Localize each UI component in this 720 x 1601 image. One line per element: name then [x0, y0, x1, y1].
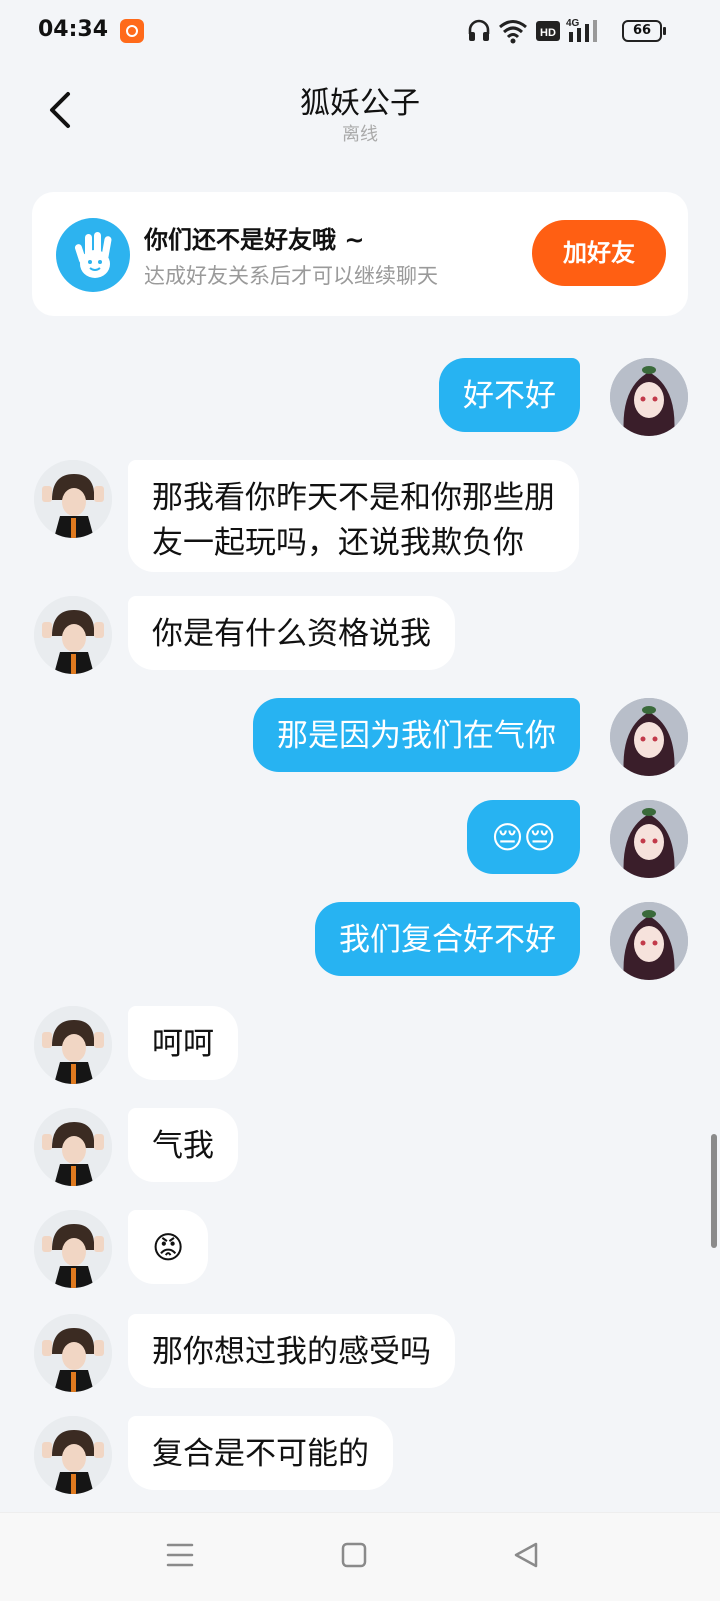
avatar[interactable]	[610, 358, 688, 436]
kuaishou-app-icon	[120, 19, 144, 43]
message-bubble-outgoing[interactable]: 那是因为我们在气你	[253, 698, 580, 772]
avatar[interactable]	[610, 902, 688, 980]
avatar[interactable]	[34, 1210, 112, 1288]
menu-icon[interactable]	[160, 1535, 200, 1575]
avatar[interactable]	[34, 596, 112, 674]
message-bubble-incoming[interactable]: 😡	[128, 1210, 209, 1284]
status-time: 04:34	[38, 17, 109, 42]
avatar[interactable]	[34, 1416, 112, 1494]
card-subtitle: 达成好友关系后才可以继续聊天	[144, 264, 438, 288]
avatar[interactable]	[610, 800, 688, 878]
message-bubble-incoming[interactable]: 那你想过我的感受吗	[128, 1314, 455, 1388]
chat-header: 狐妖公子 离线	[0, 64, 720, 160]
message-bubble-incoming[interactable]: 那我看你昨天不是和你那些朋 友一起玩吗，还说我欺负你	[128, 460, 579, 572]
contact-status: 离线	[342, 124, 378, 145]
message-bubble-incoming[interactable]: 气我	[128, 1108, 238, 1182]
friend-request-card: 你们还不是好友哦 ~ 达成好友关系后才可以继续聊天 加好友	[32, 192, 688, 316]
message-bubble-incoming[interactable]: 你是有什么资格说我	[128, 596, 455, 670]
message-bubble-outgoing[interactable]: 好不好	[439, 358, 580, 432]
message-bubble-incoming[interactable]: 复合是不可能的	[128, 1416, 393, 1490]
avatar[interactable]	[34, 460, 112, 538]
4g-signal-icon: 4G	[566, 18, 597, 42]
message-bubble-incoming[interactable]: 呵呵	[128, 1006, 238, 1080]
wifi-icon	[499, 20, 527, 44]
svg-text:HD: HD	[540, 27, 556, 39]
message-line: 那我看你昨天不是和你那些朋	[152, 480, 555, 516]
message-bubble-outgoing[interactable]: 😔😔	[467, 800, 580, 874]
headphones-icon	[468, 19, 490, 41]
message-bubble-outgoing[interactable]: 我们复合好不好	[315, 902, 580, 976]
back-triangle-icon[interactable]	[506, 1535, 546, 1575]
scrollbar[interactable]	[711, 1134, 717, 1248]
status-bar: 04:34 HD 4G 66	[0, 0, 720, 64]
svg-text:4G: 4G	[566, 18, 580, 29]
home-square-icon[interactable]	[334, 1535, 374, 1575]
avatar[interactable]	[34, 1108, 112, 1186]
hd-icon: HD	[536, 21, 560, 41]
battery-indicator: 66	[622, 20, 666, 42]
card-title: 你们还不是好友哦 ~	[144, 226, 365, 254]
system-nav-bar	[0, 1512, 720, 1601]
contact-name: 狐妖公子	[300, 86, 420, 121]
avatar[interactable]	[610, 698, 688, 776]
waving-hand-icon	[56, 218, 130, 292]
add-friend-button[interactable]: 加好友	[532, 220, 666, 286]
avatar[interactable]	[34, 1314, 112, 1392]
message-line: 友一起玩吗，还说我欺负你	[152, 525, 524, 561]
avatar[interactable]	[34, 1006, 112, 1084]
